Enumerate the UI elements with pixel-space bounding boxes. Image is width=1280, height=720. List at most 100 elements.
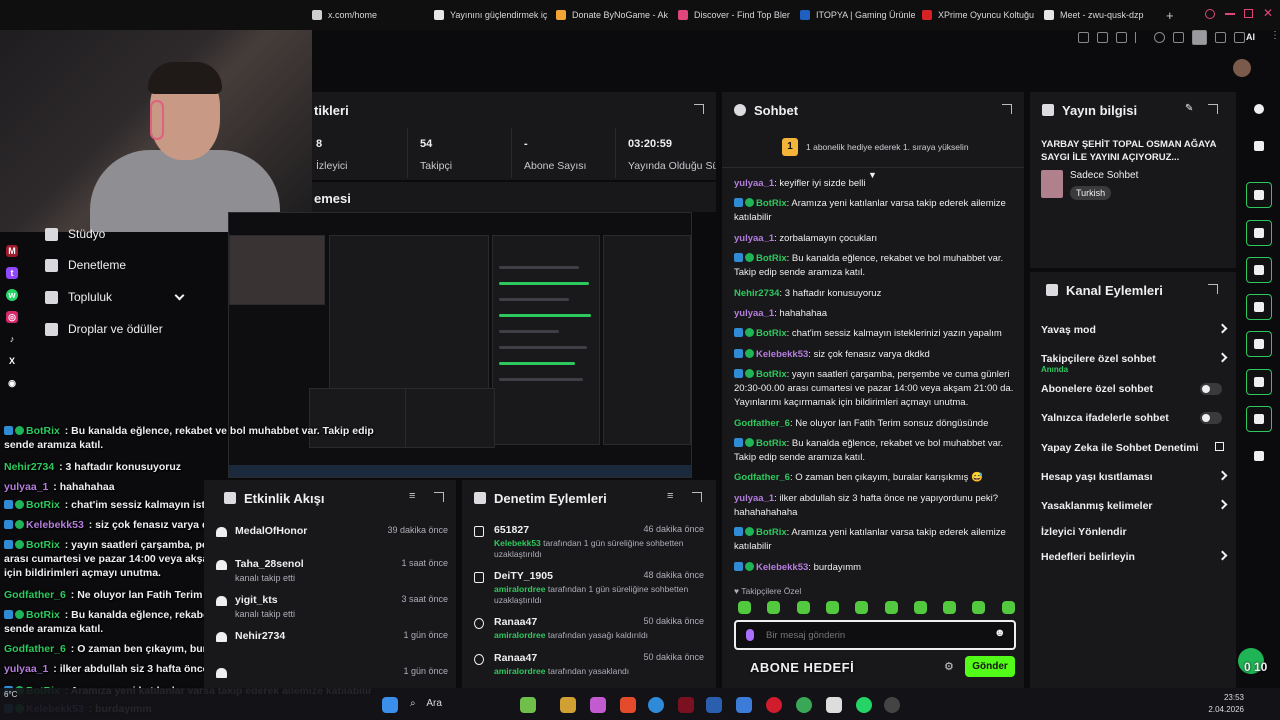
- external-link-icon[interactable]: [1215, 442, 1224, 451]
- new-tab-icon[interactable]: +: [1166, 8, 1174, 23]
- mail-icon[interactable]: [736, 697, 752, 713]
- office-icon[interactable]: [620, 697, 636, 713]
- twitch-icon[interactable]: t: [6, 267, 18, 279]
- discord-icon[interactable]: ◉: [6, 377, 18, 389]
- app-icon[interactable]: [766, 697, 782, 713]
- mail-icon[interactable]: M: [6, 245, 18, 257]
- mod-action-item[interactable]: Ranaa47 amiralordree tarafından yasakland…: [470, 652, 710, 688]
- store-icon[interactable]: [706, 697, 722, 713]
- emote-icon[interactable]: [1002, 601, 1015, 614]
- browser-tab[interactable]: Yayınını güçlendirmek iç: [434, 0, 549, 30]
- emote-icon[interactable]: [767, 601, 780, 614]
- screenshot-icon[interactable]: [1097, 32, 1108, 43]
- mod-action-item[interactable]: 651827 Kelebekk53 tarafından 1 gün süreli…: [470, 524, 710, 560]
- emote-icon[interactable]: [797, 601, 810, 614]
- chevron-down-icon[interactable]: [174, 290, 185, 301]
- popout-icon[interactable]: [692, 492, 702, 502]
- activity-feed-item[interactable]: Taha_28senol kanalı takip etti 1 saat önce: [212, 558, 452, 592]
- popout-icon[interactable]: [1002, 104, 1012, 114]
- search-icon[interactable]: [1205, 9, 1215, 19]
- nav-item-studio[interactable]: Stüdyo: [45, 225, 105, 243]
- activity-feed-item[interactable]: Nehir2734 1 gün önce: [212, 630, 452, 664]
- browser-tab[interactable]: Meet - zwu-qusk-dzp: [1044, 0, 1159, 30]
- browser-tab[interactable]: ITOPYA | Gaming Ürünle: [800, 0, 915, 30]
- activity-feed-item[interactable]: MedalOfHonor 39 dakika önce: [212, 525, 452, 559]
- channel-action-item[interactable]: Yavaş mod: [1041, 321, 1228, 339]
- close-icon[interactable]: ✕: [1263, 6, 1273, 20]
- popout-icon[interactable]: [434, 492, 444, 502]
- toggle-switch[interactable]: [1200, 412, 1222, 424]
- channel-action-item[interactable]: Yalnızca ifadelerle sohbet: [1041, 409, 1226, 427]
- chevron-right-icon[interactable]: [1217, 550, 1228, 561]
- pinned-banner[interactable]: 1 1 abonelik hediye ederek 1. sıraya yük…: [722, 128, 1024, 168]
- more-icon[interactable]: ⋮: [1270, 30, 1280, 41]
- emote-icon[interactable]: [972, 601, 985, 614]
- chat-input[interactable]: ☻: [734, 620, 1016, 650]
- mic-icon[interactable]: [746, 629, 754, 641]
- emote-icon[interactable]: [826, 601, 839, 614]
- channel-action-item[interactable]: Yasaklanmış kelimeler: [1041, 497, 1228, 515]
- tiktok-icon[interactable]: ♪: [6, 333, 18, 345]
- channel-action-item[interactable]: Hesap yaşı kısıtlaması: [1041, 468, 1228, 486]
- nav-item-drops[interactable]: Droplar ve ödüller: [45, 320, 163, 338]
- chevron-right-icon[interactable]: [1217, 499, 1228, 510]
- emote-icon[interactable]: [738, 601, 751, 614]
- browser-tab[interactable]: Discover - Find Top Bler: [678, 0, 793, 30]
- settings-icon[interactable]: ⚙: [944, 660, 954, 673]
- instagram-icon[interactable]: ◎: [6, 311, 18, 323]
- emote-icon[interactable]: [943, 601, 956, 614]
- app-icon[interactable]: [520, 697, 536, 713]
- folder-icon[interactable]: [560, 697, 576, 713]
- nav-item-moderation[interactable]: Denetleme: [45, 256, 126, 274]
- browser-tab[interactable]: x.com/home: [312, 0, 427, 30]
- app-icon[interactable]: [590, 697, 606, 713]
- chevron-right-icon[interactable]: [1217, 470, 1228, 481]
- ai-icon[interactable]: [1234, 32, 1245, 43]
- filter-icon[interactable]: ≡: [409, 490, 415, 502]
- avatar[interactable]: [1233, 59, 1251, 77]
- channel-action-item[interactable]: Takipçilere özel sohbet Anında: [1041, 350, 1228, 374]
- browser-tab[interactable]: XPrime Oyuncu Koltuğu: [922, 0, 1037, 30]
- extensions-icon[interactable]: [1173, 32, 1184, 43]
- broadcast-icon[interactable]: [1246, 331, 1272, 357]
- emoji-icon[interactable]: ☻: [994, 627, 1006, 639]
- chevron-right-icon[interactable]: [1217, 352, 1228, 363]
- nav-item-community[interactable]: Topluluk: [45, 288, 112, 306]
- heart-icon[interactable]: [1154, 32, 1165, 43]
- emote-icon[interactable]: [914, 601, 927, 614]
- popout-icon[interactable]: [1208, 284, 1218, 294]
- popout-icon[interactable]: [694, 104, 704, 114]
- edit-icon[interactable]: [1246, 133, 1272, 159]
- split-icon[interactable]: [1116, 32, 1127, 43]
- edge-icon[interactable]: [648, 697, 664, 713]
- taskbar-search[interactable]: ⌕ Ara: [410, 698, 442, 709]
- chrome-icon[interactable]: [796, 697, 812, 713]
- emote-icon[interactable]: [855, 601, 868, 614]
- start-icon[interactable]: [382, 697, 398, 713]
- channel-action-item[interactable]: İzleyici Yönlendir: [1041, 523, 1226, 541]
- mod-action-item[interactable]: Ranaa47 amiralordree tarafından yasağı ka…: [470, 616, 710, 652]
- chat-icon[interactable]: [1246, 294, 1272, 320]
- maximize-icon[interactable]: [1244, 9, 1253, 18]
- download-icon[interactable]: [1215, 32, 1226, 43]
- app-icon[interactable]: [826, 697, 842, 713]
- browser-tab[interactable]: Donate ByNoGame - Ak: [556, 0, 671, 30]
- chevron-right-icon[interactable]: [1217, 323, 1228, 334]
- minimize-icon[interactable]: [1225, 13, 1235, 15]
- channel-action-item[interactable]: Hedefleri belirleyin: [1041, 548, 1228, 566]
- filter-icon[interactable]: ≡: [667, 490, 673, 502]
- camera-icon[interactable]: [1246, 182, 1272, 208]
- play-icon[interactable]: [1135, 32, 1146, 43]
- send-button[interactable]: Gönder: [965, 656, 1015, 677]
- popout-icon[interactable]: [1208, 104, 1218, 114]
- toggle-switch[interactable]: [1200, 383, 1222, 395]
- whatsapp-icon[interactable]: w: [6, 289, 18, 301]
- app-icon[interactable]: [678, 697, 694, 713]
- channel-action-item[interactable]: Abonelere özel sohbet: [1041, 380, 1226, 398]
- chat-message-input[interactable]: [766, 627, 966, 643]
- activity-feed-item[interactable]: yigit_kts kanalı takip etti 3 saat önce: [212, 594, 452, 628]
- bookmark-icon[interactable]: [1078, 32, 1089, 43]
- mod-action-item[interactable]: DeiTY_1905 amiralordree tarafından 1 gün …: [470, 570, 710, 606]
- obs-icon[interactable]: [884, 697, 900, 713]
- whatsapp-icon[interactable]: [856, 697, 872, 713]
